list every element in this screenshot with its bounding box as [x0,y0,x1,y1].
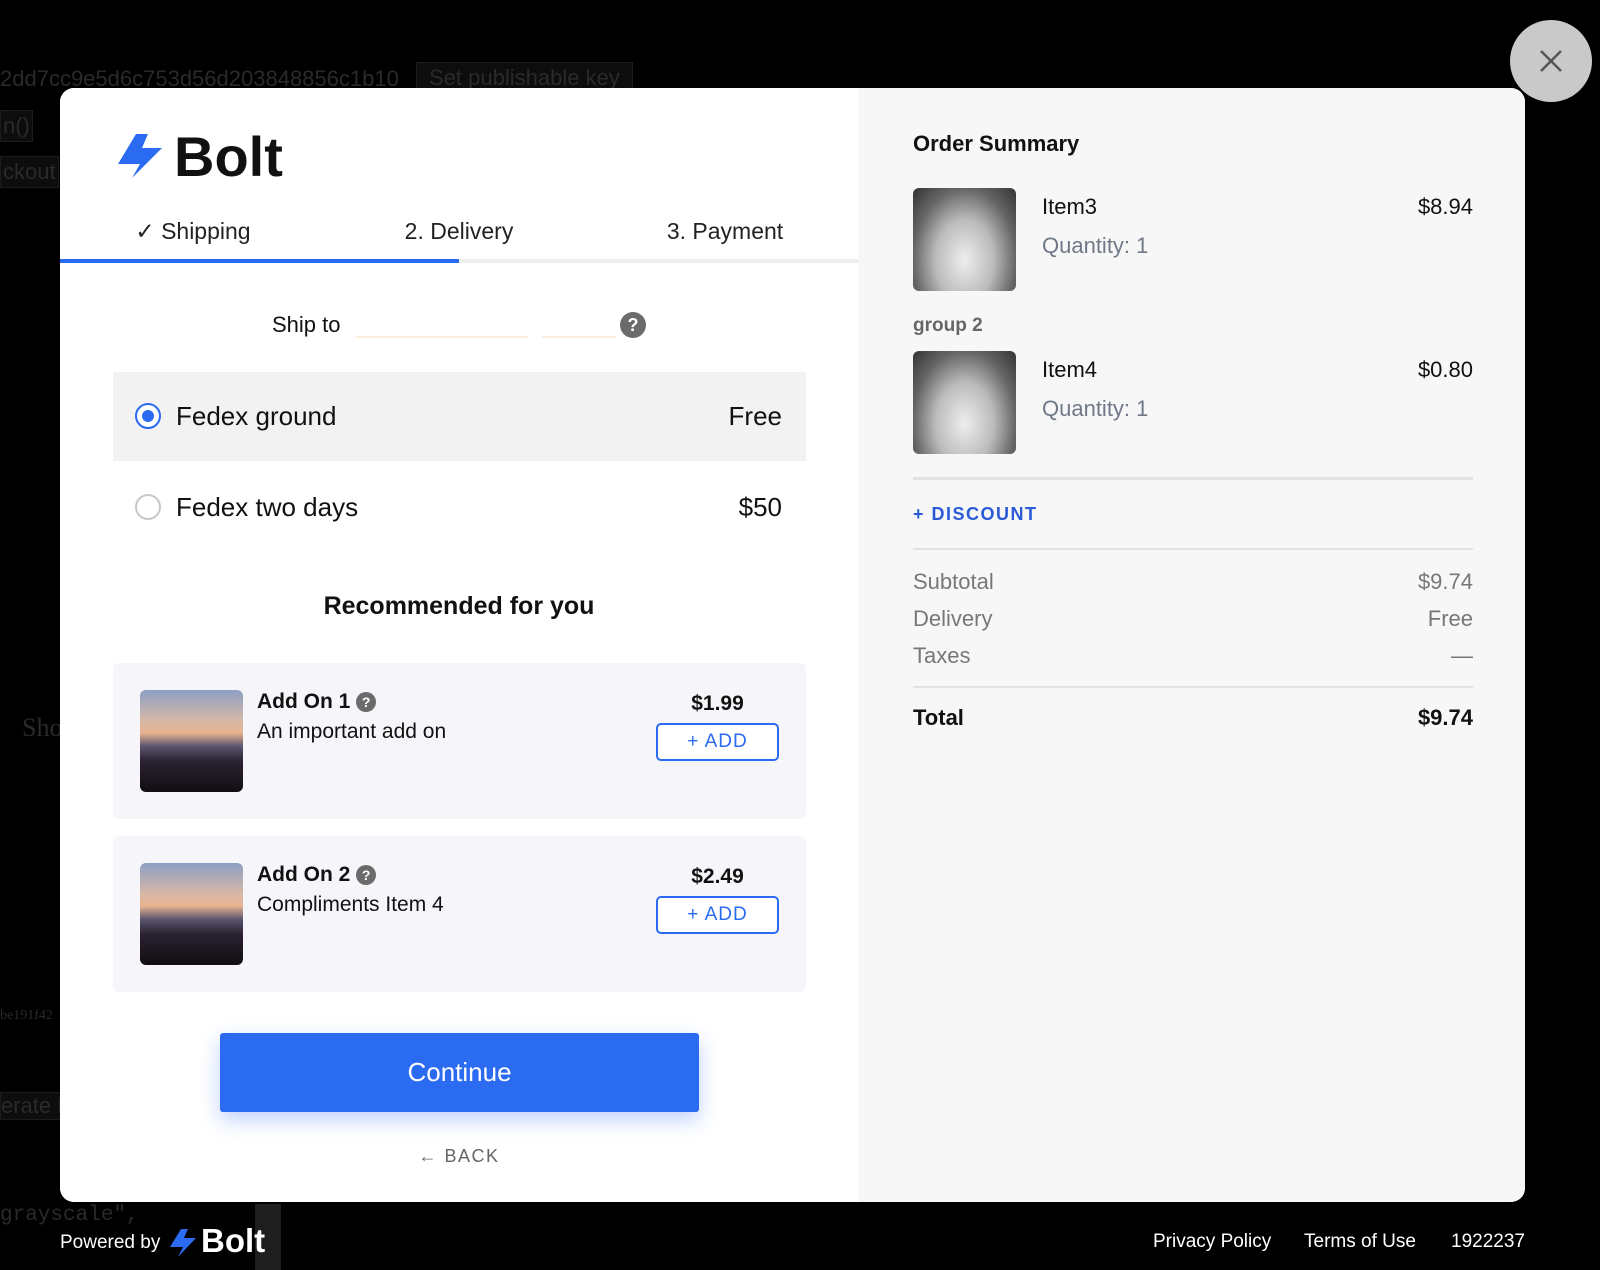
powered-by-label: Powered by [60,1232,161,1253]
row-value: $9.74 [1417,569,1473,594]
add-addon-button[interactable]: + ADD [656,723,779,761]
divider [913,477,1473,480]
addon-card: Add On 2 ? Compliments Item 4 $2.49 + AD… [113,836,806,992]
addon-price: $1.99 [691,692,744,715]
tab-payment[interactable]: 3. Payment [592,218,858,245]
item-name: Item3 [1042,194,1098,219]
row-value: — [1451,643,1473,668]
continue-button[interactable]: Continue [220,1033,699,1112]
footer-brand: Bolt [201,1222,266,1259]
session-id: 1922237 [1451,1231,1525,1252]
item-quantity: Quantity: 1 [1042,396,1149,421]
discount-button[interactable]: + DISCOUNT [913,504,1038,525]
option-name: Fedex ground [176,401,337,431]
summary-row-subtotal: Subtotal $9.74 [913,569,1473,595]
group-label: group 2 [913,315,983,336]
divider [913,686,1473,688]
shipping-option-fedex-ground[interactable]: Fedex ground Free [113,372,806,461]
shipping-option-fedex-two-days[interactable]: Fedex two days $50 [113,463,806,552]
order-summary-title: Order Summary [913,131,1080,156]
addon-name: Add On 2 [257,863,351,886]
option-price: Free [728,401,782,431]
summary-row-taxes: Taxes — [913,643,1473,669]
bolt-logo-icon [170,1229,196,1257]
brand-name: Bolt [174,125,283,188]
total-value: $9.74 [1417,705,1473,730]
background-fragment: be191f42 [0,1008,53,1023]
recommended-title: Recommended for you [323,592,595,620]
help-icon[interactable]: ? [356,865,377,886]
background-fragment: ckout [0,156,59,188]
tab-delivery[interactable]: 2. Delivery [326,218,592,245]
ship-to-label: Ship to [272,312,341,337]
addon-name: Add On 1 [257,690,351,713]
ship-to-address-input[interactable] [356,310,528,338]
add-addon-button[interactable]: + ADD [656,896,779,934]
addon-title: Add On 1 ? [257,690,377,714]
item-price: $0.80 [1417,357,1473,382]
item-price: $8.94 [1417,194,1473,219]
radio-selected[interactable] [135,403,161,429]
tab-shipping[interactable]: ✓ Shipping [60,218,326,245]
addon-card: Add On 1 ? An important add on $1.99 + A… [113,663,806,819]
addon-description: Compliments Item 4 [257,893,444,916]
addon-image [140,690,243,792]
background-fragment: n() [0,110,33,142]
progress-fill [60,259,459,263]
total-label: Total [913,705,964,730]
row-label: Subtotal [913,569,994,594]
checkout-modal: Bolt ✓ Shipping 2. Delivery 3. Payment S… [60,88,1525,1202]
help-icon[interactable]: ? [620,312,646,338]
bolt-logo-icon [118,134,162,178]
row-value: Free [1427,606,1473,631]
item-quantity: Quantity: 1 [1042,233,1149,258]
addon-price: $2.49 [691,865,744,888]
option-name: Fedex two days [176,492,359,522]
checkout-panel: Bolt ✓ Shipping 2. Delivery 3. Payment S… [60,88,858,1202]
help-icon[interactable]: ? [356,692,377,713]
addon-title: Add On 2 ? [257,863,377,887]
item-image [913,188,1016,291]
terms-of-use-link[interactable]: Terms of Use [1304,1231,1416,1253]
item-name: Item4 [1042,357,1098,382]
summary-total: Total $9.74 [913,705,1473,731]
radio-unselected[interactable] [135,494,161,520]
row-label: Delivery [913,606,993,631]
option-price: $50 [738,492,782,522]
addon-description: An important add on [257,720,447,743]
back-button[interactable]: ← BACK [60,1146,858,1167]
row-label: Taxes [913,643,971,668]
privacy-policy-link[interactable]: Privacy Policy [1153,1231,1271,1253]
addon-image [140,863,243,965]
item-image [913,351,1016,454]
ship-to-zip-input[interactable] [542,310,616,338]
order-summary-panel: Order Summary Item3 Quantity: 1 $8.94 gr… [858,88,1525,1202]
summary-row-delivery: Delivery Free [913,606,1473,632]
divider [913,548,1473,550]
background-fragment: Sho [22,713,63,742]
background-fragment: grayscale", [0,1204,139,1227]
